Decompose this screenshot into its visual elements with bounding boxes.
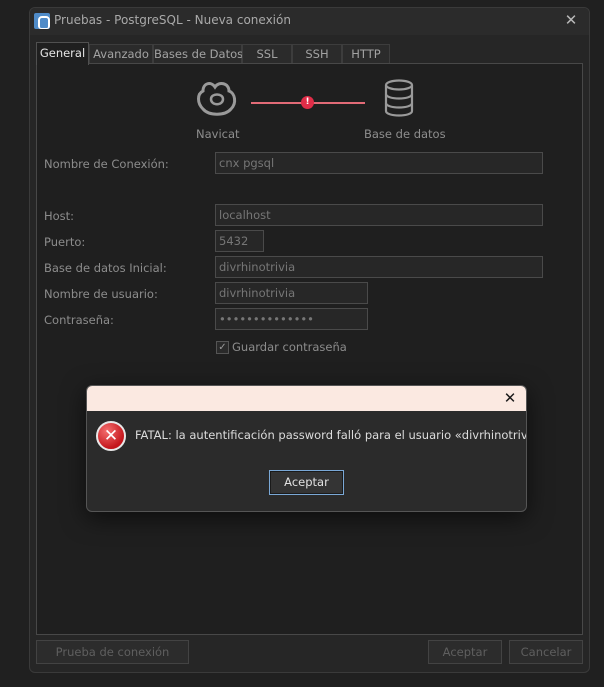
tab-avanzado[interactable]: Avanzado [89,44,153,64]
tab-http[interactable]: HTTP [342,44,390,64]
window-title: Pruebas - PostgreSQL - Nueva conexión [54,13,291,27]
port-label: Puerto: [44,235,86,249]
title-bar: Pruebas - PostgreSQL - Nueva conexión ✕ [30,8,589,35]
ok-button[interactable]: Aceptar [428,640,502,664]
password-label: Contraseña: [44,313,114,327]
connection-name-input[interactable]: cnx pgsql [215,152,543,174]
host-input[interactable]: localhost [215,204,543,226]
initial-database-label: Base de datos Inicial: [44,261,167,275]
connection-name-label: Nombre de Conexión: [44,157,169,171]
tab-bases-de-datos[interactable]: Bases de Datos [153,44,243,64]
error-icon: ✕ [96,421,126,451]
connection-line-right [313,102,365,104]
username-input[interactable]: divrhinotrivia [215,282,368,304]
cancel-button[interactable]: Cancelar [509,640,583,664]
navicat-label: Navicat [196,127,240,141]
connection-error-icon: ! [301,96,314,109]
username-label: Nombre de usuario: [44,287,158,301]
test-connection-button[interactable]: Prueba de conexión [36,640,189,664]
error-dialog-ok-button[interactable]: Aceptar [269,470,344,495]
error-message: FATAL: la autentificación password falló… [135,428,527,442]
host-label: Host: [44,209,75,223]
tab-general[interactable]: General [36,42,89,65]
navicat-logo-icon [197,82,237,116]
window-close-icon[interactable]: ✕ [563,11,579,29]
initial-database-input[interactable]: divrhinotrivia [215,256,543,278]
error-dialog-title-bar: ✕ [87,386,526,411]
save-password-checkbox[interactable]: ✓ [216,341,229,354]
error-dialog: ✕ ✕ FATAL: la autentificación password f… [86,385,527,512]
postgresql-elephant-icon [34,13,50,29]
connection-window: Pruebas - PostgreSQL - Nueva conexión ✕ … [29,7,590,673]
error-dialog-close-icon[interactable]: ✕ [500,387,520,409]
database-icon [384,79,414,117]
password-input[interactable]: •••••••••••••• [215,308,368,330]
port-input[interactable]: 5432 [215,230,264,252]
save-password-label: Guardar contraseña [232,340,347,354]
tab-ssl[interactable]: SSL [242,44,292,64]
database-label: Base de datos [364,127,446,141]
connection-line-left [251,102,303,104]
tab-ssh[interactable]: SSH [292,44,342,64]
